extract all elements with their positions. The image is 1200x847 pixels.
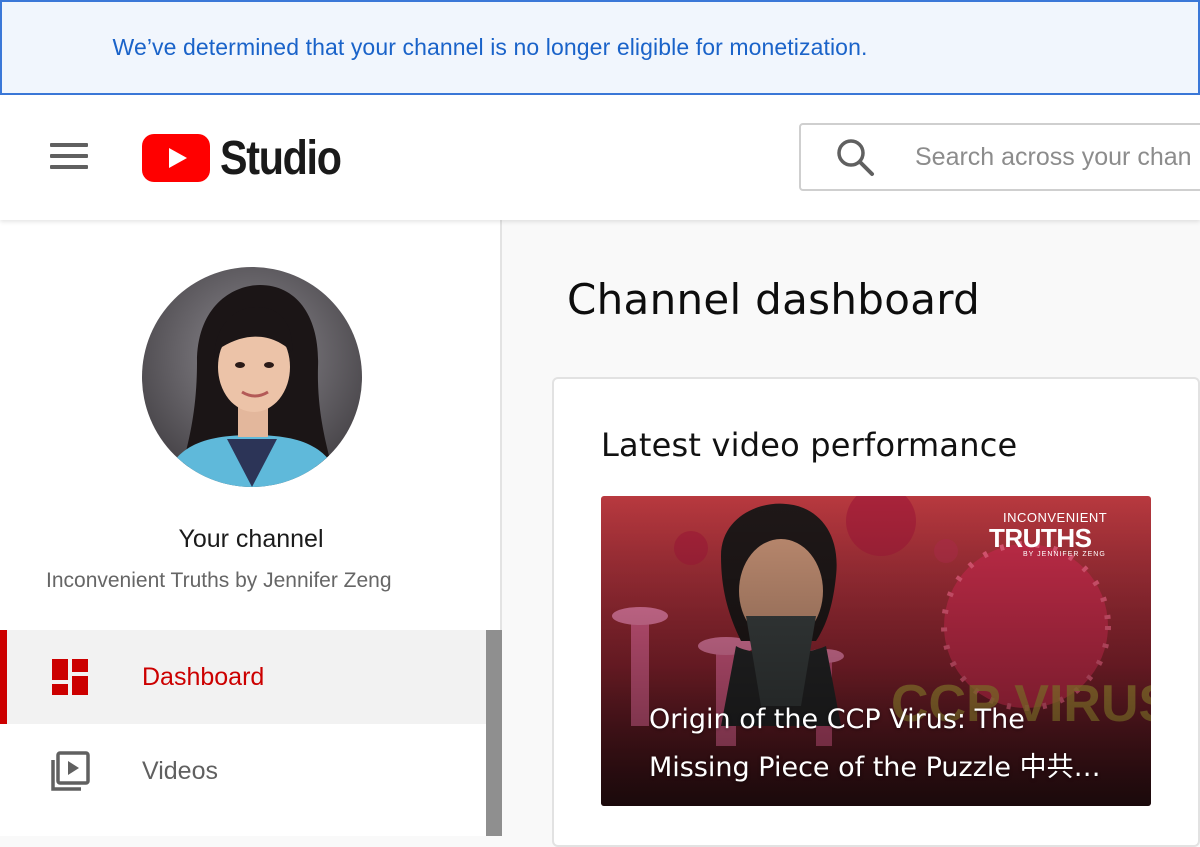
thumbnail-brand: INCONVENIENT TRUTHS BY JENNIFER ZENG — [989, 510, 1129, 558]
dashboard-icon — [52, 659, 88, 695]
logo-text: Studio — [220, 131, 342, 185]
banner-message: We’ve determined that your channel is no… — [112, 34, 868, 60]
search-icon[interactable] — [835, 137, 875, 177]
card-title: Latest video performance — [601, 426, 1018, 464]
studio-logo[interactable]: Studio — [142, 131, 360, 185]
video-thumbnail[interactable]: CCP VIRUS INCONVENIENT TRUTHS BY JENNIFE… — [601, 496, 1151, 806]
monetization-notice-banner: We’ve determined that your channel is no… — [0, 0, 1200, 95]
your-channel-label: Your channel — [178, 525, 324, 553]
app-header: Studio — [0, 95, 1200, 220]
page-title: Channel dashboard — [567, 275, 981, 324]
sidebar-scrollbar[interactable] — [486, 630, 502, 836]
avatar-image — [142, 267, 362, 487]
main-content: Channel dashboard Latest video performan… — [502, 220, 1200, 847]
video-library-icon — [51, 751, 90, 791]
youtube-play-icon — [142, 134, 210, 182]
latest-video-card: Latest video performance INCONVENIENT TR… — [552, 377, 1200, 847]
channel-name[interactable]: Inconvenient Truths by Jennifer Zeng — [46, 569, 456, 593]
search-input[interactable] — [913, 141, 1200, 173]
sidebar-item-videos[interactable]: Videos — [0, 724, 486, 818]
video-title[interactable]: Origin of the CCP Virus: The Missing Pie… — [649, 696, 1119, 792]
brand-main: TRUTHS — [989, 523, 1092, 553]
sidebar-item-label: Videos — [142, 756, 218, 785]
hamburger-menu-icon[interactable] — [50, 143, 90, 173]
search-box[interactable] — [799, 123, 1200, 191]
sidebar-item-dashboard[interactable]: Dashboard — [0, 630, 486, 724]
sidebar: Your channel Inconvenient Truths by Jenn… — [0, 220, 502, 836]
sidebar-item-label: Dashboard — [142, 662, 265, 691]
channel-avatar[interactable] — [142, 267, 362, 487]
